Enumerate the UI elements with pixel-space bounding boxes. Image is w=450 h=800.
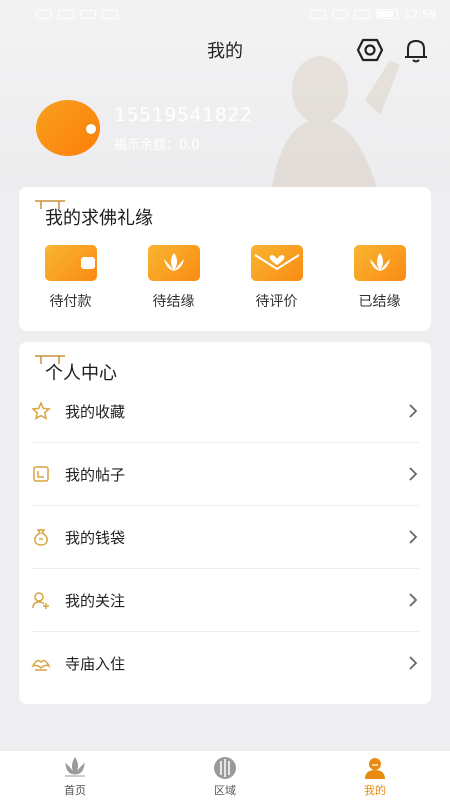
nfc-icon bbox=[310, 9, 327, 19]
sim-icon bbox=[36, 9, 52, 19]
orders-card: 我的求佛礼缘 待付款 待结缘 待评价 已结缘 bbox=[19, 187, 431, 331]
order-pending-fulfillment[interactable]: 待结缘 bbox=[122, 245, 225, 325]
order-label: 已结缘 bbox=[358, 294, 401, 310]
follow-user-icon bbox=[32, 592, 49, 609]
tab-region[interactable]: 区域 bbox=[150, 751, 300, 800]
order-pending-payment[interactable]: 待付款 bbox=[19, 245, 122, 325]
personal-center-card: 个人中心 我的收藏 我的帖子 我的钱袋 我的关注 寺庙入住 bbox=[19, 342, 431, 704]
profile-header-background bbox=[0, 0, 450, 190]
orders-row: 待付款 待结缘 待评价 已结缘 bbox=[19, 245, 431, 325]
chevron-right-icon bbox=[409, 593, 418, 607]
menu-item-temple-checkin[interactable]: 寺庙入住 bbox=[31, 632, 419, 695]
menu-item-label: 我的钱袋 bbox=[65, 528, 126, 547]
menu-item-label: 寺庙入住 bbox=[65, 655, 126, 673]
balance-value: 0.0 bbox=[179, 138, 200, 153]
menu-item-label: 我的帖子 bbox=[65, 465, 126, 484]
status-time: 12:59 bbox=[404, 7, 436, 21]
monk-profile-icon bbox=[365, 758, 385, 779]
menu-item-favorites[interactable]: 我的收藏 bbox=[31, 380, 419, 443]
wifi-icon bbox=[102, 9, 118, 19]
user-profile[interactable]: 15519541822 福币余额：0.0 bbox=[36, 100, 436, 160]
tab-label: 首页 bbox=[64, 784, 86, 797]
status-bar: 12:59 bbox=[0, 0, 450, 28]
order-completed[interactable]: 已结缘 bbox=[328, 245, 431, 325]
star-icon bbox=[31, 401, 51, 420]
scan-icon[interactable] bbox=[356, 36, 384, 64]
chevron-right-icon bbox=[409, 530, 418, 544]
avatar[interactable] bbox=[36, 100, 100, 156]
menu-item-wallet[interactable]: 我的钱袋 bbox=[31, 506, 419, 569]
post-icon bbox=[33, 466, 49, 482]
order-label: 待结缘 bbox=[152, 294, 195, 310]
signal-icon bbox=[58, 9, 74, 19]
status-left bbox=[36, 9, 118, 19]
wallet-icon bbox=[44, 245, 97, 281]
bottom-nav: 首页 区域 我的 bbox=[0, 750, 450, 800]
menu-item-label: 我的关注 bbox=[65, 591, 126, 610]
chevron-right-icon bbox=[409, 656, 418, 670]
title-bar: 我的 bbox=[0, 30, 450, 70]
menu-item-label: 我的收藏 bbox=[65, 402, 126, 421]
personal-menu: 我的收藏 我的帖子 我的钱袋 我的关注 寺庙入住 bbox=[19, 380, 431, 695]
temple-icon bbox=[31, 659, 51, 671]
order-label: 待付款 bbox=[49, 294, 92, 310]
region-icon bbox=[214, 757, 236, 779]
menu-item-posts[interactable]: 我的帖子 bbox=[31, 443, 419, 506]
battery-icon bbox=[376, 9, 399, 19]
page-title: 我的 bbox=[207, 41, 243, 62]
tab-home[interactable]: 首页 bbox=[0, 751, 150, 800]
chevron-right-icon bbox=[409, 404, 418, 418]
user-phone: 15519541822 bbox=[114, 104, 253, 126]
vibrate-icon bbox=[354, 9, 371, 19]
lotus-icon bbox=[147, 245, 200, 281]
lotus-icon bbox=[353, 245, 406, 281]
tab-label: 我的 bbox=[364, 784, 386, 797]
balance-text: 福币余额：0.0 bbox=[114, 134, 200, 153]
signal-icon-2 bbox=[80, 9, 96, 19]
orders-card-title: 我的求佛礼缘 bbox=[45, 208, 153, 229]
status-right: 12:59 bbox=[310, 8, 436, 21]
heart-envelope-icon bbox=[250, 245, 303, 281]
menu-item-following[interactable]: 我的关注 bbox=[31, 569, 419, 632]
alarm-icon bbox=[332, 9, 349, 19]
money-bag-icon bbox=[34, 529, 48, 546]
bell-icon[interactable] bbox=[402, 36, 430, 64]
order-pending-review[interactable]: 待评价 bbox=[225, 245, 328, 325]
tab-mine[interactable]: 我的 bbox=[300, 751, 450, 800]
lotus-home-icon bbox=[65, 757, 85, 777]
balance-label: 福币余额： bbox=[114, 138, 180, 153]
order-label: 待评价 bbox=[255, 294, 298, 310]
chevron-right-icon bbox=[409, 467, 418, 481]
tab-label: 区域 bbox=[214, 784, 236, 797]
